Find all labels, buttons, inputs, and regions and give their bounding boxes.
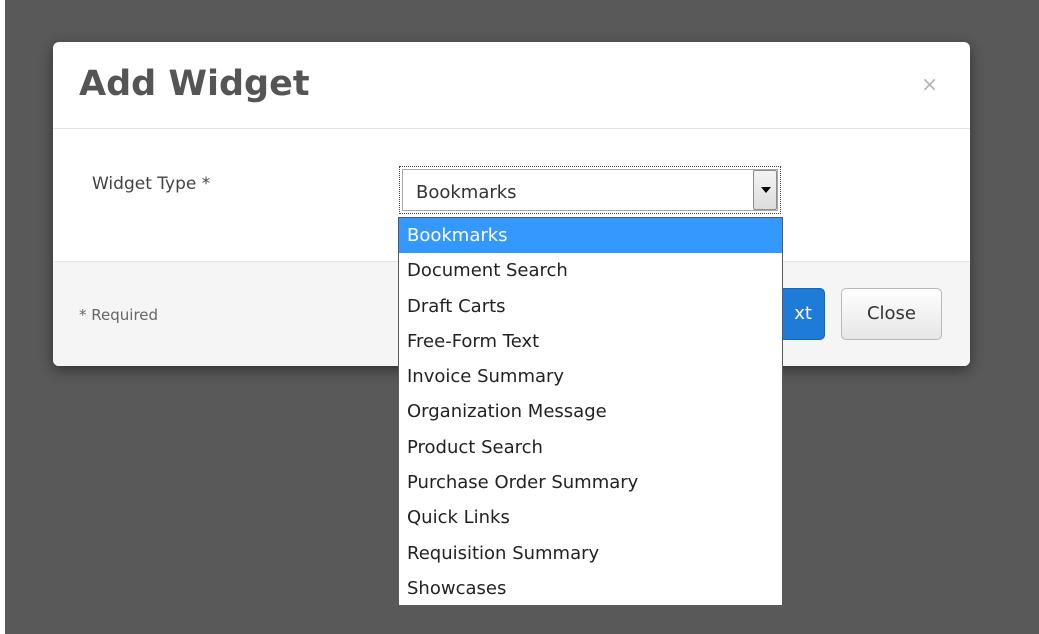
page-edge [0, 0, 5, 634]
option-quick-links[interactable]: Quick Links [399, 500, 782, 535]
option-organization-message[interactable]: Organization Message [399, 394, 782, 429]
select-current-value: Bookmarks [416, 182, 517, 203]
chevron-down-icon[interactable] [753, 170, 777, 210]
option-purchase-order-summary[interactable]: Purchase Order Summary [399, 465, 782, 500]
widget-type-label: Widget Type * [92, 174, 211, 194]
option-showcases[interactable]: Showcases [399, 571, 782, 606]
option-invoice-summary[interactable]: Invoice Summary [399, 359, 782, 394]
close-icon[interactable]: × [921, 72, 938, 96]
option-draft-carts[interactable]: Draft Carts [399, 289, 782, 324]
widget-type-select[interactable]: Bookmarks [399, 166, 781, 214]
option-requisition-summary[interactable]: Requisition Summary [399, 536, 782, 571]
dialog-title: Add Widget [79, 64, 310, 104]
close-button[interactable]: Close [841, 288, 942, 340]
option-product-search[interactable]: Product Search [399, 430, 782, 465]
option-bookmarks[interactable]: Bookmarks [399, 218, 782, 254]
option-document-search[interactable]: Document Search [399, 253, 782, 288]
required-note: * Required [79, 306, 159, 324]
widget-type-options-list: Bookmarks Document Search Draft Carts Fr… [398, 217, 783, 606]
option-free-form-text[interactable]: Free-Form Text [399, 324, 782, 359]
dialog-header: Add Widget × [53, 42, 970, 129]
